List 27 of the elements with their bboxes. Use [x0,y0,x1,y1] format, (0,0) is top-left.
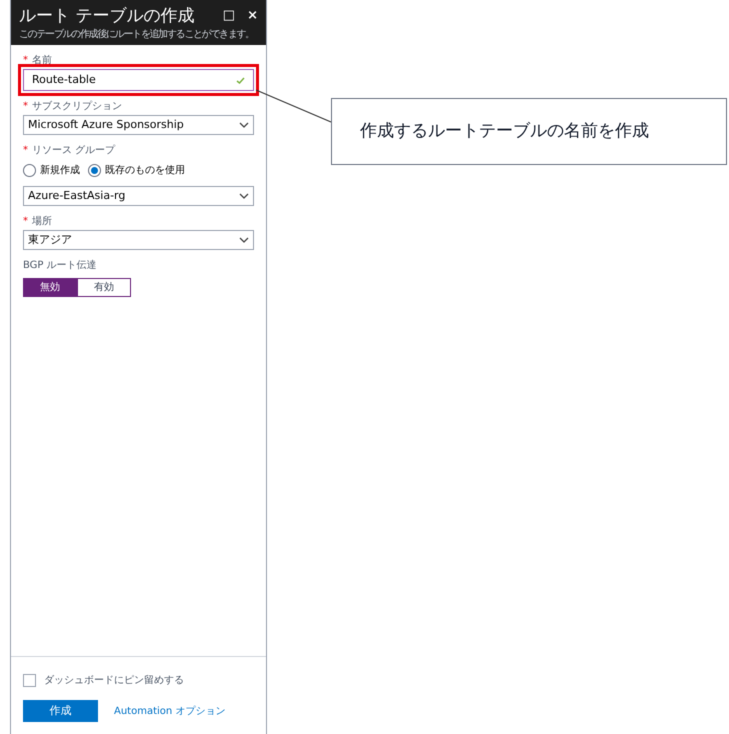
create-button[interactable]: 作成 [23,700,98,722]
field-label: リソース グループ [32,144,116,158]
blade-title: ルート テーブルの作成 [19,5,194,28]
blade-subtitle: このテーブルの作成後にルートを追加することができます。 [19,28,255,41]
automation-options-link[interactable]: Automation オプション [114,704,226,718]
field-label: サブスクリプション [32,100,122,114]
close-button[interactable]: × [247,8,258,24]
required-mark: * [23,215,28,229]
toggle-option[interactable]: 有効 [77,278,131,297]
required-mark: * [23,144,28,158]
maximize-button[interactable]: □ [222,8,236,24]
chevron-down-icon [239,122,249,128]
radio-option[interactable]: 新規作成 [23,163,80,178]
required-mark: * [23,54,28,68]
field-label: 場所 [32,214,52,229]
chevron-down-icon [239,193,249,199]
dropdown-field[interactable]: Azure-EastAsia-rg [23,186,254,206]
radio-option[interactable]: 既存のものを使用 [88,163,185,178]
chevron-down-icon [239,237,249,243]
required-mark: * [23,100,28,114]
field-label: BGP ルート伝達 [23,258,97,273]
field-label: 名前 [32,54,52,68]
callout-text: 作成するルートテーブルの名前を作成 [360,120,649,143]
dropdown-field[interactable]: Microsoft Azure Sponsorship [23,115,254,135]
dropdown-field[interactable]: 東アジア [23,230,254,250]
pin-checkbox[interactable]: ダッシュボードにピン留めする [23,673,254,688]
toggle-option[interactable]: 無効 [23,278,77,297]
